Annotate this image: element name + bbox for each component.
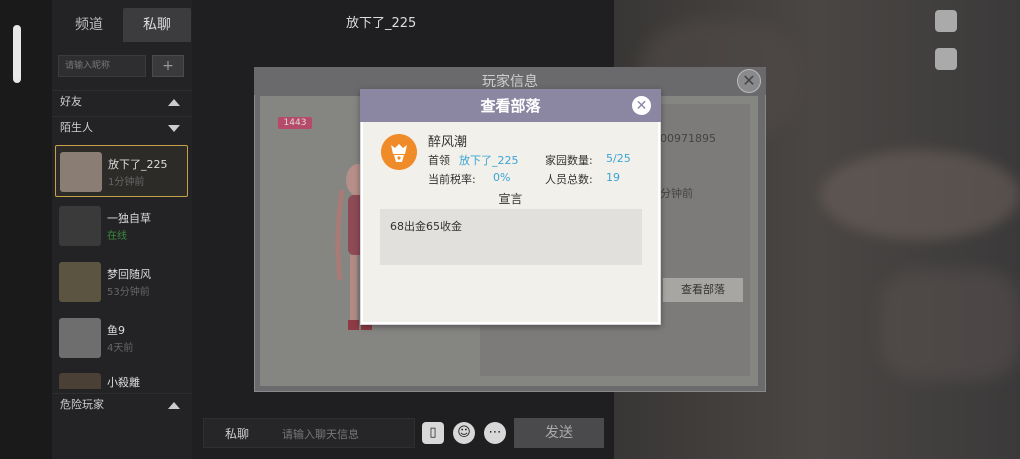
section-label: 危险玩家 (60, 398, 104, 411)
strangers-section-header[interactable]: 陌生人 (52, 116, 192, 138)
contact-status: 在线 (107, 231, 127, 242)
add-friend-button[interactable]: + (152, 55, 184, 77)
player-level-badge: 1443 (278, 117, 312, 129)
contact-name: 放下了_225 (108, 158, 168, 171)
avatar (59, 262, 101, 302)
contact-name: 梦回随风 (107, 268, 151, 281)
avatar (60, 152, 102, 192)
tax-rate-label: 当前税率: (428, 173, 476, 186)
nickname-search-input[interactable]: 请输入昵称 (58, 55, 146, 77)
tax-rate-value: 0% (493, 171, 511, 184)
tribe-dialog-title: 查看部落 (480, 97, 541, 115)
friends-section-header[interactable]: 好友 (52, 90, 192, 112)
contact-name: 小殺離 (107, 376, 140, 389)
player-info-title: 玩家信息 (482, 74, 538, 90)
avatar (59, 318, 101, 358)
leader-label: 首领 (428, 154, 450, 167)
declaration-heading: 宣言 (498, 192, 523, 206)
tribe-emblem-icon (381, 134, 417, 170)
avatar (59, 373, 101, 389)
avatar (59, 206, 101, 246)
contact-status: 4天前 (107, 343, 134, 354)
tab-channel[interactable]: 频道 (55, 8, 123, 42)
collapse-arrow-icon (168, 99, 180, 106)
leader-name[interactable]: 放下了_225 (459, 152, 519, 168)
left-strip (0, 0, 52, 459)
close-icon[interactable]: ✕ (737, 69, 761, 93)
player-id-partial: 00971895 (660, 132, 716, 145)
collapse-handle[interactable] (13, 25, 21, 83)
player-last-seen: 分钟前 (660, 187, 693, 200)
contact-item[interactable]: 一独自草 在线 (55, 200, 188, 252)
scene-decoration (820, 150, 1020, 240)
announcement-icon[interactable] (935, 48, 957, 70)
settings-icon[interactable] (935, 10, 957, 32)
contact-status: 53分钟前 (107, 287, 150, 298)
contact-name: 一独自草 (107, 212, 151, 225)
member-count-label: 人员总数: (545, 173, 593, 186)
section-label: 陌生人 (60, 121, 93, 134)
chat-partner-name: 放下了_225 (346, 16, 417, 31)
contact-item[interactable]: 小殺離 (55, 367, 188, 389)
chat-mode-label: 私聊 (225, 427, 250, 441)
scene-decoration (880, 270, 1020, 380)
voice-icon[interactable]: ▯ (422, 422, 444, 444)
declaration-text: 68出金65收金 (390, 220, 462, 233)
more-options-icon[interactable]: ⋯ (484, 422, 506, 444)
close-icon[interactable]: ✕ (630, 94, 653, 117)
tribe-name: 醉风潮 (428, 135, 468, 150)
tab-private-chat[interactable]: 私聊 (123, 8, 191, 42)
contact-status: 1分钟前 (108, 177, 145, 188)
home-count-value: 5/25 (606, 152, 631, 165)
chat-input-placeholder: 请输入聊天信息 (282, 428, 359, 441)
home-count-label: 家园数量: (545, 154, 593, 167)
contact-item[interactable]: 鱼9 4天前 (55, 312, 188, 364)
send-button[interactable]: 发送 (514, 418, 604, 448)
emoji-icon[interactable]: ☺ (453, 422, 475, 444)
member-count-value: 19 (606, 171, 620, 184)
danger-section-header[interactable]: 危险玩家 (52, 393, 192, 415)
view-tribe-button[interactable]: 查看部落 (663, 278, 743, 302)
contact-item[interactable]: 梦回随风 53分钟前 (55, 256, 188, 308)
expand-arrow-icon (168, 125, 180, 132)
contact-item[interactable]: 放下了_225 1分钟前 (55, 145, 188, 197)
contact-name: 鱼9 (107, 324, 125, 337)
section-label: 好友 (60, 95, 82, 108)
collapse-arrow-icon (168, 402, 180, 409)
